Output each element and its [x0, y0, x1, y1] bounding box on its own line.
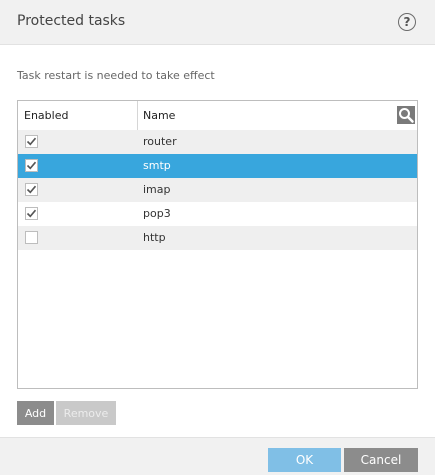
search-button[interactable] [397, 106, 415, 124]
checkmark-icon [26, 137, 37, 146]
column-header-enabled[interactable]: Enabled [24, 109, 68, 122]
task-name: router [143, 135, 177, 148]
enabled-checkbox[interactable] [25, 231, 38, 244]
task-name: imap [143, 183, 171, 196]
dialog-title: Protected tasks [17, 13, 126, 29]
table-row[interactable]: pop3 [18, 202, 417, 226]
enabled-checkbox[interactable] [25, 207, 38, 220]
enabled-checkbox[interactable] [25, 135, 38, 148]
checkmark-icon [26, 209, 37, 218]
magnifier-icon [399, 108, 414, 123]
table-row[interactable]: imap [18, 178, 417, 202]
cancel-button[interactable]: Cancel [344, 448, 418, 472]
task-name: smtp [143, 159, 171, 172]
column-header-name[interactable]: Name [143, 109, 175, 122]
restart-notice: Task restart is needed to take effect [17, 69, 215, 82]
protected-tasks-table: Enabled Name router smtp imap pop3 http [17, 100, 418, 389]
column-divider[interactable] [137, 101, 138, 130]
task-name: pop3 [143, 207, 171, 220]
table-row[interactable]: http [18, 226, 417, 250]
dialog-footer: OK Cancel [0, 437, 435, 475]
table-row[interactable]: router [18, 130, 417, 154]
task-name: http [143, 231, 166, 244]
table-header: Enabled Name [18, 101, 417, 131]
help-button[interactable]: ? [398, 13, 416, 31]
remove-button: Remove [56, 401, 116, 425]
ok-button[interactable]: OK [268, 448, 341, 472]
checkmark-icon [26, 185, 37, 194]
enabled-checkbox[interactable] [25, 183, 38, 196]
dialog-titlebar: Protected tasks ? [0, 0, 435, 45]
help-icon: ? [403, 15, 411, 29]
table-row[interactable]: smtp [18, 154, 417, 178]
enabled-checkbox[interactable] [25, 159, 38, 172]
checkmark-icon [26, 161, 37, 170]
add-button[interactable]: Add [17, 401, 54, 425]
